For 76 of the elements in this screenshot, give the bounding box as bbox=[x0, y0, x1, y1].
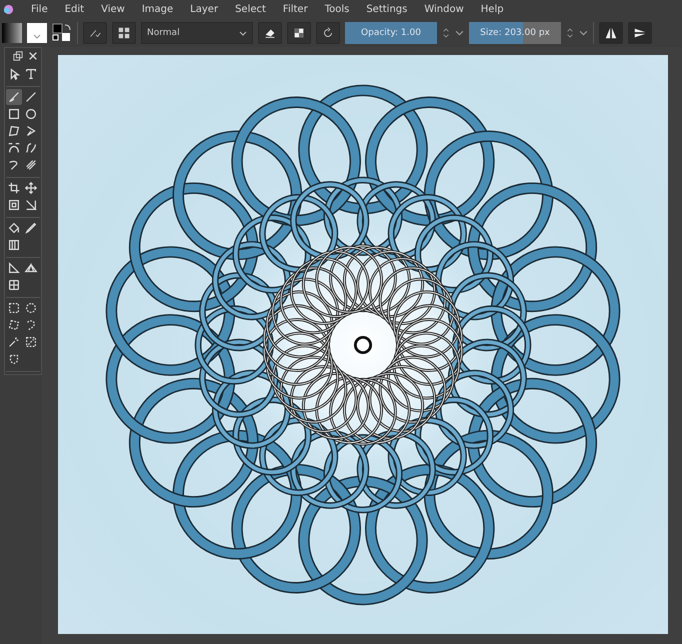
eraser-button[interactable] bbox=[258, 22, 282, 44]
tool-button[interactable] bbox=[23, 106, 39, 122]
menu-item[interactable]: Help bbox=[480, 4, 504, 15]
menu-item[interactable]: Select bbox=[235, 4, 266, 15]
brush-preset-button[interactable] bbox=[83, 22, 107, 44]
gradient-swatch[interactable] bbox=[2, 23, 22, 43]
float-icon[interactable] bbox=[13, 51, 23, 61]
tool-icon bbox=[24, 221, 38, 235]
tool-icon bbox=[24, 261, 38, 275]
tool-button[interactable] bbox=[6, 123, 22, 139]
tool-button[interactable] bbox=[6, 197, 22, 213]
chevron-icon[interactable] bbox=[455, 30, 464, 36]
tool-icon bbox=[24, 124, 38, 138]
tool-button[interactable] bbox=[6, 277, 22, 293]
tool-icon bbox=[7, 352, 21, 366]
close-icon[interactable] bbox=[28, 51, 38, 61]
tool-icon bbox=[7, 221, 21, 235]
tool-icon bbox=[7, 90, 21, 104]
tool-icon bbox=[7, 198, 21, 212]
menu-item[interactable]: View bbox=[101, 4, 125, 15]
tool-icon bbox=[7, 238, 21, 252]
tool-icon bbox=[24, 67, 38, 81]
brush-settings-button[interactable] bbox=[112, 22, 136, 44]
alpha-lock-button[interactable] bbox=[287, 22, 311, 44]
checkerboard-icon bbox=[292, 26, 306, 40]
tool-button[interactable] bbox=[6, 89, 22, 105]
tool-button[interactable] bbox=[6, 220, 22, 236]
chevron-icon bbox=[33, 34, 41, 39]
menu-item[interactable]: Edit bbox=[64, 4, 84, 15]
menu-item[interactable]: Tools bbox=[324, 4, 350, 15]
tool-icon bbox=[24, 198, 38, 212]
tool-icon bbox=[7, 107, 21, 121]
tool-icon bbox=[7, 124, 21, 138]
app-logo-icon bbox=[3, 4, 14, 15]
tool-icon bbox=[7, 261, 21, 275]
tool-icon bbox=[24, 181, 38, 195]
tool-icon bbox=[24, 158, 38, 172]
mirror-icon bbox=[604, 26, 618, 40]
tool-icon bbox=[7, 278, 21, 292]
tool-button[interactable] bbox=[23, 180, 39, 196]
tool-icon bbox=[7, 301, 21, 315]
tool-button[interactable] bbox=[6, 237, 22, 253]
tool-icon bbox=[7, 141, 21, 155]
chevron-icon[interactable] bbox=[579, 30, 588, 36]
menu-item[interactable]: Layer bbox=[190, 4, 218, 15]
reload-button[interactable] bbox=[316, 22, 340, 44]
tool-icon bbox=[24, 107, 38, 121]
reload-icon bbox=[321, 26, 335, 40]
tool-icon bbox=[24, 301, 38, 315]
tool-button[interactable] bbox=[23, 66, 39, 82]
tool-button[interactable] bbox=[23, 300, 39, 316]
menu-item[interactable]: Filter bbox=[282, 4, 308, 15]
tool-button[interactable] bbox=[6, 300, 22, 316]
menu-item[interactable]: Window bbox=[424, 4, 464, 15]
menu-item[interactable]: Settings bbox=[366, 4, 408, 15]
tool-icon bbox=[7, 335, 21, 349]
tool-icon bbox=[24, 90, 38, 104]
tool-button[interactable] bbox=[6, 180, 22, 196]
tool-icon bbox=[24, 335, 38, 349]
tool-icon bbox=[24, 141, 38, 155]
mirror-vertical-button[interactable] bbox=[628, 22, 652, 44]
tool-button[interactable] bbox=[6, 260, 22, 276]
menu-item[interactable]: Image bbox=[142, 4, 174, 15]
tool-button[interactable] bbox=[6, 106, 22, 122]
menu-item[interactable]: File bbox=[31, 4, 48, 15]
chevron-icon bbox=[239, 30, 247, 36]
flip-icon bbox=[633, 26, 647, 40]
tool-icon bbox=[7, 318, 21, 332]
mirror-horizontal-button[interactable] bbox=[599, 22, 623, 44]
blend-mode-dropdown[interactable]: Normal bbox=[141, 22, 253, 44]
tool-icon bbox=[7, 181, 21, 195]
grid-icon bbox=[117, 26, 131, 40]
pattern-swatch[interactable] bbox=[27, 23, 47, 43]
color-swatches-icon[interactable] bbox=[52, 23, 72, 43]
tool-button[interactable] bbox=[23, 220, 39, 236]
tool-button[interactable] bbox=[23, 334, 39, 350]
